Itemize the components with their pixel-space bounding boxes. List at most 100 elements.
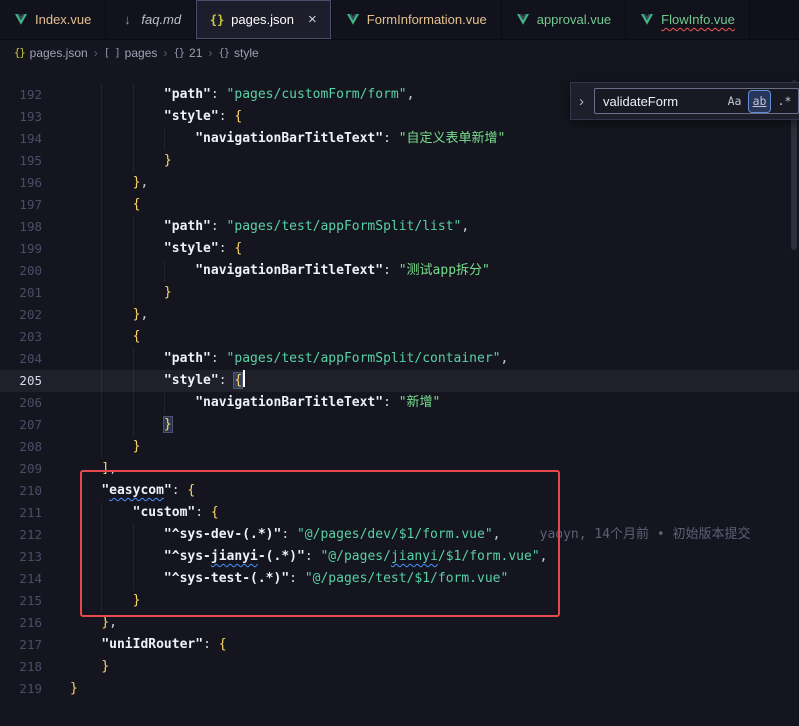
indent-guide	[101, 84, 102, 106]
line-number: 215	[0, 590, 42, 612]
scrollbar[interactable]	[789, 66, 799, 726]
code-line-208[interactable]: 208 }	[0, 436, 799, 458]
code-line-216[interactable]: 216 },	[0, 612, 799, 634]
breadcrumb-separator: ›	[163, 46, 167, 60]
line-number: 203	[0, 326, 42, 348]
indent-guide	[101, 238, 102, 260]
close-icon[interactable]: ×	[308, 12, 317, 27]
tab-forminformation-vue[interactable]: FormInformation.vue	[332, 0, 502, 39]
code-line-217[interactable]: 217 "uniIdRouter": {	[0, 634, 799, 656]
code-text: "uniIdRouter": {	[42, 634, 227, 656]
code-line-209[interactable]: 209 ],	[0, 458, 799, 480]
line-number: 206	[0, 392, 42, 414]
code-line-207[interactable]: 207 }	[0, 414, 799, 436]
code-line-197[interactable]: 197 {	[0, 194, 799, 216]
code-line-201[interactable]: 201 }	[0, 282, 799, 304]
code-line-212[interactable]: 212 "^sys-dev-(.*)": "@/pages/dev/$1/for…	[0, 524, 799, 546]
indent-guide	[133, 84, 134, 106]
code-line-203[interactable]: 203 {	[0, 326, 799, 348]
indent-guide	[164, 260, 165, 282]
vue-icon	[346, 14, 360, 25]
symbol-icon: {}	[218, 47, 229, 59]
code-line-214[interactable]: 214 "^sys-test-(.*)": "@/pages/test/$1/f…	[0, 568, 799, 590]
indent-guide	[164, 392, 165, 414]
code-line-195[interactable]: 195 }	[0, 150, 799, 172]
code-text: "custom": {	[42, 502, 219, 524]
indent-guide	[133, 216, 134, 238]
line-number: 197	[0, 194, 42, 216]
code-text: "path": "pages/test/appFormSplit/list",	[42, 216, 469, 238]
breadcrumb-label: 21	[189, 46, 202, 60]
breadcrumb-item-21[interactable]: {}21	[173, 46, 202, 60]
line-number: 211	[0, 502, 42, 524]
find-input[interactable]: validateForm Aaab.*	[594, 88, 799, 114]
toggle-replace-chevron-icon[interactable]: ›	[575, 93, 588, 110]
line-number: 212	[0, 524, 42, 546]
code-text: "style": {	[42, 106, 242, 128]
indent-guide	[133, 370, 134, 392]
indent-guide	[101, 392, 102, 414]
code-text: },	[42, 172, 148, 194]
tab-label: FormInformation.vue	[367, 12, 487, 27]
code-line-205[interactable]: 205 "style": {	[0, 370, 799, 392]
breadcrumb-label: pages	[125, 46, 158, 60]
line-number: 205	[0, 370, 42, 392]
indent-guide	[133, 282, 134, 304]
code-line-218[interactable]: 218 }	[0, 656, 799, 678]
code-text: "^sys-dev-(.*)": "@/pages/dev/$1/form.vu…	[42, 524, 751, 546]
indent-guide	[133, 238, 134, 260]
line-number: 196	[0, 172, 42, 194]
markdown-icon: ↓	[120, 12, 134, 27]
tab-approval-vue[interactable]: approval.vue	[502, 0, 626, 39]
code-line-194[interactable]: 194 "navigationBarTitleText": "自定义表单新增"	[0, 128, 799, 150]
line-number: 201	[0, 282, 42, 304]
line-number: 213	[0, 546, 42, 568]
code-line-199[interactable]: 199 "style": {	[0, 238, 799, 260]
code-text: "navigationBarTitleText": "测试app拆分"	[42, 260, 490, 282]
match-case-toggle[interactable]: Aa	[724, 91, 745, 112]
tab-flowinfo-vue[interactable]: FlowInfo.vue	[626, 0, 750, 39]
code-area[interactable]: 192 "path": "pages/customForm/form",193 …	[0, 66, 799, 700]
vscode-window: Index.vue↓faq.md{}pages.json×FormInforma…	[0, 0, 799, 66]
breadcrumb-item-pages.json[interactable]: {}pages.json	[14, 46, 88, 60]
code-text: "^sys-test-(.*)": "@/pages/test/$1/form.…	[42, 568, 508, 590]
regex-toggle[interactable]: .*	[774, 91, 795, 112]
code-text: {	[42, 194, 140, 216]
indent-guide	[133, 260, 134, 282]
code-text: "style": {	[42, 370, 245, 392]
code-line-211[interactable]: 211 "custom": {	[0, 502, 799, 524]
code-text: }	[42, 656, 109, 678]
code-line-198[interactable]: 198 "path": "pages/test/appFormSplit/lis…	[0, 216, 799, 238]
code-line-213[interactable]: 213 "^sys-jianyi-(.*)": "@/pages/jianyi/…	[0, 546, 799, 568]
tab-label: pages.json	[231, 12, 294, 27]
indent-guide	[101, 216, 102, 238]
code-text: }	[42, 590, 140, 612]
line-number: 204	[0, 348, 42, 370]
code-line-200[interactable]: 200 "navigationBarTitleText": "测试app拆分"	[0, 260, 799, 282]
code-line-219[interactable]: 219}	[0, 678, 799, 700]
indent-guide	[133, 128, 134, 150]
code-line-215[interactable]: 215 }	[0, 590, 799, 612]
tab-bar: Index.vue↓faq.md{}pages.json×FormInforma…	[0, 0, 799, 40]
indent-guide	[133, 106, 134, 128]
tab-faq-md[interactable]: ↓faq.md	[106, 0, 196, 39]
tab-index-vue[interactable]: Index.vue	[0, 0, 106, 39]
find-widget: › validateForm Aaab.*	[570, 82, 799, 120]
breadcrumb-item-pages[interactable]: [ ]pages	[104, 46, 158, 60]
indent-guide	[101, 194, 102, 216]
tab-pages-json[interactable]: {}pages.json×	[196, 0, 332, 39]
code-text: }	[42, 436, 140, 458]
find-toggles: Aaab.*	[724, 91, 795, 112]
code-line-196[interactable]: 196 },	[0, 172, 799, 194]
code-line-206[interactable]: 206 "navigationBarTitleText": "新增"	[0, 392, 799, 414]
code-line-210[interactable]: 210 "easycom": {	[0, 480, 799, 502]
whole-word-toggle[interactable]: ab	[749, 91, 770, 112]
vue-icon	[14, 14, 28, 25]
indent-guide	[101, 326, 102, 348]
line-number: 194	[0, 128, 42, 150]
breadcrumb-item-style[interactable]: {}style	[218, 46, 258, 60]
editor[interactable]: 192 "path": "pages/customForm/form",193 …	[0, 66, 799, 726]
code-line-204[interactable]: 204 "path": "pages/test/appFormSplit/con…	[0, 348, 799, 370]
code-text: "^sys-jianyi-(.*)": "@/pages/jianyi/$1/f…	[42, 546, 547, 568]
code-line-202[interactable]: 202 },	[0, 304, 799, 326]
